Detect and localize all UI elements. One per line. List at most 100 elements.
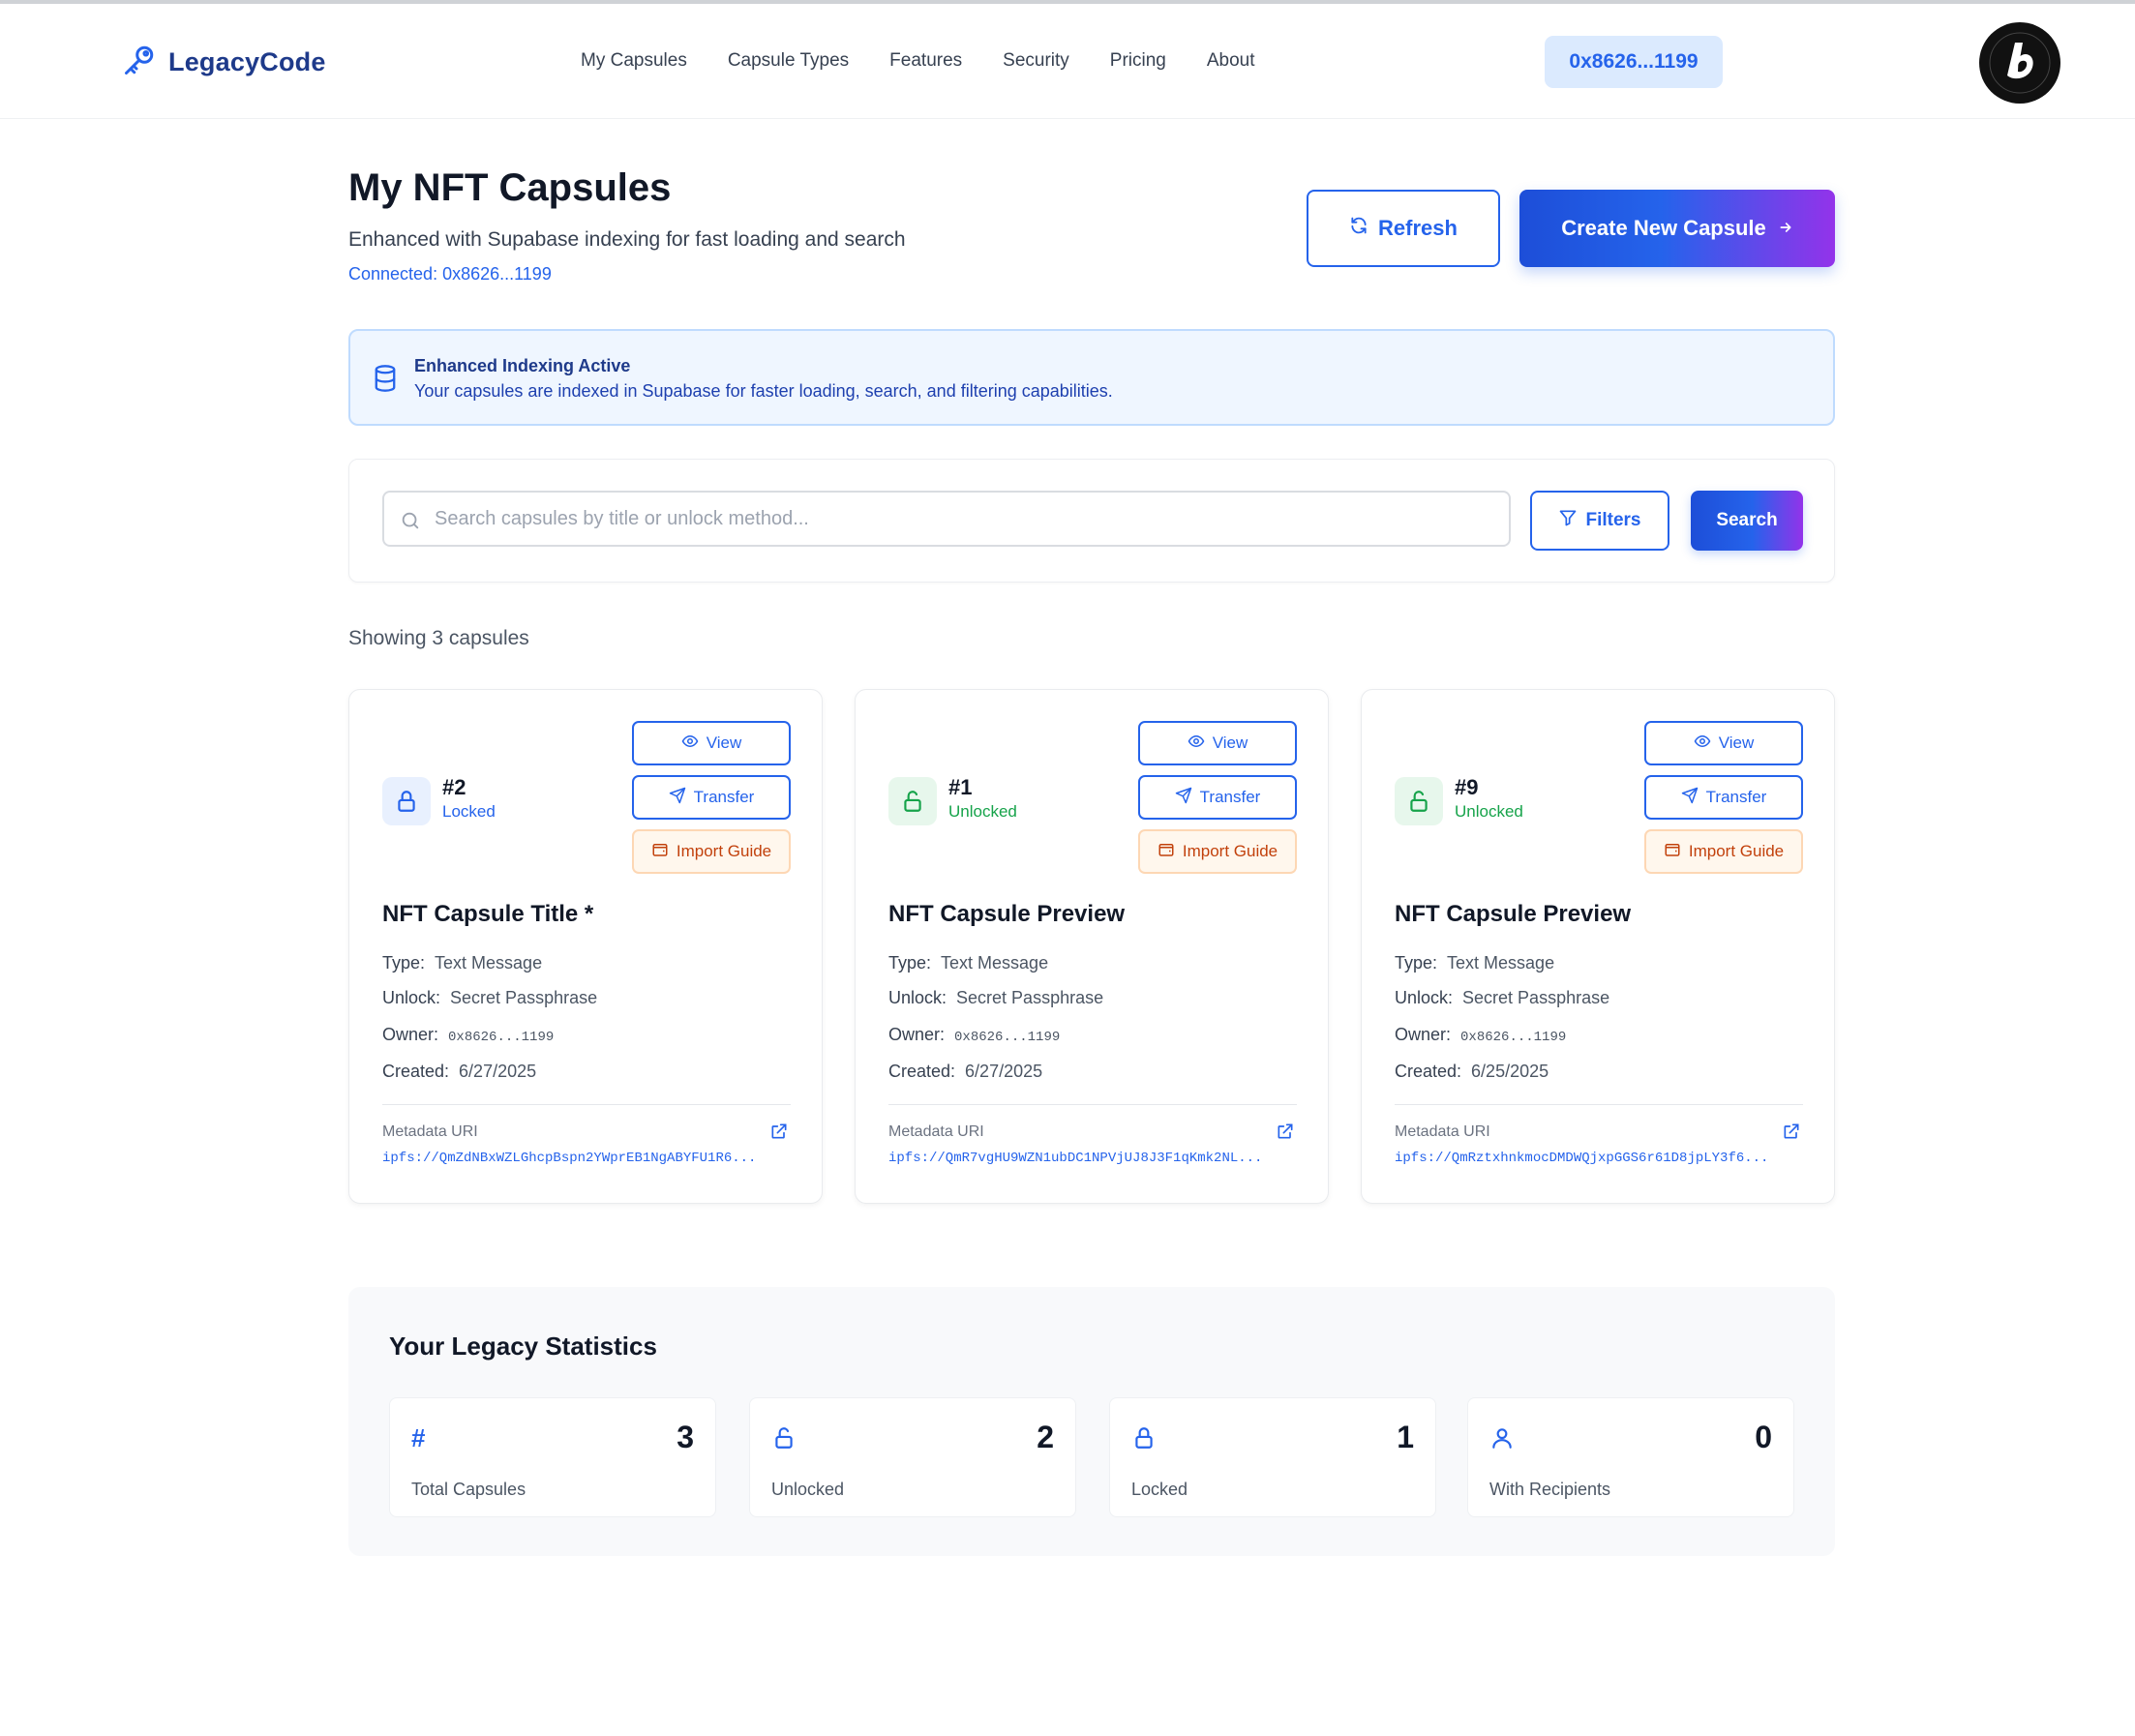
nav-about[interactable]: About (1207, 50, 1255, 72)
meta-owner: Owner: 0x8626...1199 (382, 1025, 555, 1045)
eye-icon (1694, 733, 1711, 755)
transfer-label: Transfer (1705, 788, 1767, 806)
stat-label: Total Capsules (411, 1480, 526, 1499)
wallet-icon (1664, 841, 1681, 863)
create-new-capsule-button[interactable]: Create New Capsule (1519, 190, 1835, 267)
metadata-uri-link[interactable]: ipfs://QmRztxhnkmocDMDWQjxpGGS6r61D8jpLY… (1395, 1151, 1803, 1166)
send-icon (1175, 787, 1192, 809)
stat-label: With Recipients (1489, 1480, 1611, 1499)
meta-owner: Owner: 0x8626...1199 (1395, 1025, 1567, 1045)
view-label: View (706, 733, 742, 752)
page-title: My NFT Capsules (348, 166, 672, 209)
capsule-card: #1 Unlocked View Transfer Import Guide N… (855, 689, 1329, 1204)
database-icon (372, 364, 399, 393)
transfer-button[interactable]: Transfer (1644, 775, 1803, 820)
metadata-uri-label: Metadata URI (1395, 1123, 1490, 1140)
transfer-button[interactable]: Transfer (632, 775, 791, 820)
metadata-uri-label: Metadata URI (888, 1123, 984, 1140)
divider (382, 1104, 791, 1105)
meta-owner: Owner: 0x8626...1199 (888, 1025, 1061, 1045)
create-label: Create New Capsule (1561, 216, 1766, 240)
stat-locked: 1 Locked (1109, 1397, 1436, 1517)
results-count: Showing 3 capsules (348, 627, 529, 649)
import-guide-button[interactable]: Import Guide (1644, 829, 1803, 874)
nav-pricing[interactable]: Pricing (1110, 50, 1166, 72)
refresh-icon (1349, 216, 1368, 241)
capsule-title: NFT Capsule Preview (1395, 901, 1632, 927)
stat-value: 0 (1755, 1420, 1772, 1454)
search-button[interactable]: Search (1691, 491, 1803, 551)
eye-icon (1188, 733, 1205, 755)
lock-icon (382, 777, 431, 825)
meta-created: Created: 6/25/2025 (1395, 1062, 1549, 1081)
view-button[interactable]: View (1138, 721, 1297, 765)
stat-unlocked: 2 Unlocked (749, 1397, 1076, 1517)
stat-label: Unlocked (771, 1480, 845, 1499)
external-link-icon[interactable] (1276, 1122, 1295, 1141)
metadata-uri-label: Metadata URI (382, 1123, 478, 1140)
nav-my-capsules[interactable]: My Capsules (581, 50, 687, 72)
capsule-status: Unlocked (948, 802, 1017, 821)
filter-icon (1558, 508, 1578, 533)
legacy-statistics-panel: Your Legacy Statistics # 3 Total Capsule… (348, 1287, 1835, 1556)
capsule-card: #9 Unlocked View Transfer Import Guide N… (1361, 689, 1835, 1204)
filters-button[interactable]: Filters (1530, 491, 1669, 551)
capsule-card: #2 Locked View Transfer Import Guide NFT… (348, 689, 823, 1204)
import-guide-button[interactable]: Import Guide (632, 829, 791, 874)
send-icon (1681, 787, 1699, 809)
eye-icon (681, 733, 699, 755)
transfer-button[interactable]: Transfer (1138, 775, 1297, 820)
wallet-address-button[interactable]: 0x8626...1199 (1545, 36, 1723, 88)
filters-label: Filters (1585, 510, 1641, 530)
divider (888, 1104, 1297, 1105)
import-label: Import Guide (1688, 842, 1785, 860)
banner-text: Your capsules are indexed in Supabase fo… (414, 381, 1113, 401)
user-icon (1489, 1425, 1515, 1451)
capsule-title: NFT Capsule Preview (888, 901, 1126, 927)
top-navbar: LegacyCode My Capsules Capsule Types Fea… (0, 4, 2135, 119)
external-link-icon[interactable] (1782, 1122, 1801, 1141)
unlock-icon (888, 777, 937, 825)
capsule-id: #9 (1455, 775, 1479, 799)
nav-features[interactable]: Features (889, 50, 962, 72)
banner-title: Enhanced Indexing Active (414, 356, 631, 375)
divider (1395, 1104, 1803, 1105)
refresh-button[interactable]: Refresh (1307, 190, 1500, 267)
meta-type: Type: Text Message (1395, 953, 1555, 973)
stats-title: Your Legacy Statistics (389, 1332, 657, 1361)
capsule-title: NFT Capsule Title * (382, 901, 594, 927)
view-button[interactable]: View (632, 721, 791, 765)
search-panel: Filters Search (348, 459, 1835, 583)
arrow-right-icon (1778, 216, 1793, 241)
search-box[interactable] (382, 491, 1511, 547)
main-nav: My Capsules Capsule Types Features Secur… (581, 50, 1255, 72)
import-guide-button[interactable]: Import Guide (1138, 829, 1297, 874)
stat-label: Locked (1131, 1480, 1188, 1499)
wallet-icon (1158, 841, 1175, 863)
indexing-info-banner: Enhanced Indexing Active Your capsules a… (348, 329, 1835, 426)
metadata-uri-link[interactable]: ipfs://QmR7vgHU9WZN1ubDC1NPVjUJ8J3F1qKmk… (888, 1151, 1297, 1166)
meta-type: Type: Text Message (382, 953, 543, 973)
metadata-uri-link[interactable]: ipfs://QmZdNBxWZLGhcpBspn2YWprEB1NgABYFU… (382, 1151, 791, 1166)
view-button[interactable]: View (1644, 721, 1803, 765)
stat-value: 1 (1397, 1420, 1414, 1454)
capsule-id: #1 (948, 775, 973, 799)
logo[interactable]: LegacyCode (122, 43, 326, 82)
logo-text: LegacyCode (168, 47, 326, 76)
view-label: View (1718, 733, 1755, 752)
meta-created: Created: 6/27/2025 (888, 1062, 1043, 1081)
search-input[interactable] (435, 500, 1489, 537)
capsule-status: Unlocked (1455, 802, 1523, 821)
bolt-badge-icon[interactable] (1978, 21, 2061, 105)
external-link-icon[interactable] (769, 1122, 789, 1141)
nav-capsule-types[interactable]: Capsule Types (728, 50, 849, 72)
stat-value: 3 (677, 1420, 694, 1454)
unlock-icon (771, 1425, 797, 1451)
nav-security[interactable]: Security (1003, 50, 1069, 72)
key-icon (122, 43, 157, 82)
meta-type: Type: Text Message (888, 953, 1049, 973)
meta-unlock: Unlock: Secret Passphrase (1395, 988, 1610, 1007)
send-icon (669, 787, 686, 809)
refresh-label: Refresh (1378, 216, 1458, 240)
import-label: Import Guide (676, 842, 772, 860)
